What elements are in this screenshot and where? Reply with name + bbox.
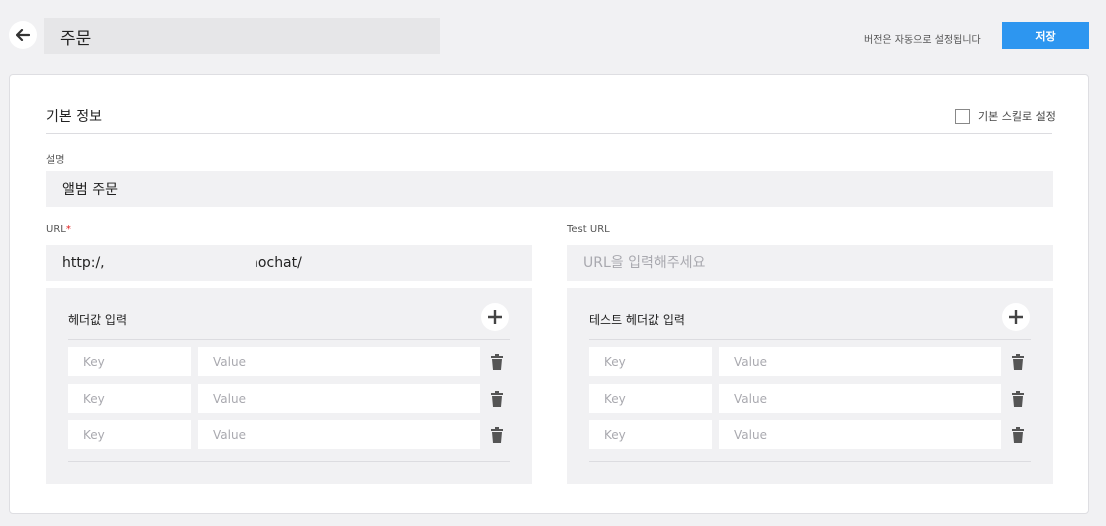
test-url-label: Test URL (567, 224, 610, 235)
test-header-value-input[interactable] (719, 420, 1001, 449)
default-skill-toggle[interactable]: 기본 스킬로 설정 (955, 108, 1056, 124)
save-button[interactable]: 저장 (1002, 22, 1089, 49)
header-value-input[interactable] (198, 384, 480, 413)
url-redaction (106, 252, 256, 274)
test-header-key-input[interactable] (589, 420, 712, 449)
add-test-header-button[interactable] (1002, 303, 1030, 331)
header-key-input[interactable] (68, 420, 191, 449)
trash-icon[interactable] (489, 353, 505, 371)
test-header-key-input[interactable] (589, 384, 712, 413)
plus-icon (488, 310, 502, 324)
version-note: 버전은 자동으로 설정됩니다 (864, 35, 981, 46)
skill-name-input[interactable] (44, 18, 440, 54)
header-value-input[interactable] (198, 347, 480, 376)
url-label: URL* (46, 224, 71, 235)
description-label: 설명 (46, 155, 65, 166)
test-header-value-input[interactable] (719, 384, 1001, 413)
header-panel: 헤더값 입력 (46, 288, 532, 484)
test-url-input[interactable] (567, 245, 1053, 281)
add-header-button[interactable] (481, 303, 509, 331)
trash-icon[interactable] (1010, 390, 1026, 408)
trash-icon[interactable] (489, 426, 505, 444)
header-panel-title: 헤더값 입력 (68, 313, 128, 327)
plus-icon (1009, 310, 1023, 324)
arrow-left-icon (16, 29, 30, 41)
header-value-input[interactable] (198, 420, 480, 449)
test-header-panel: 테스트 헤더값 입력 (567, 288, 1053, 484)
test-header-key-input[interactable] (589, 347, 712, 376)
header-panel-divider (68, 339, 510, 340)
section-title: 기본 정보 (46, 109, 102, 125)
test-header-panel-divider (589, 339, 1031, 340)
test-header-panel-title: 테스트 헤더값 입력 (589, 313, 685, 327)
test-header-value-input[interactable] (719, 347, 1001, 376)
trash-icon[interactable] (1010, 353, 1026, 371)
trash-icon[interactable] (1010, 426, 1026, 444)
required-mark: * (65, 224, 71, 235)
header-key-input[interactable] (68, 347, 191, 376)
section-divider (46, 133, 1052, 134)
default-skill-checkbox[interactable] (955, 108, 970, 124)
test-header-panel-bottom-divider (589, 461, 1031, 462)
header-panel-bottom-divider (68, 461, 510, 462)
skill-settings-card: 기본 정보 기본 스킬로 설정 설명 URL* Test URL 헤더값 입력 … (9, 74, 1089, 514)
url-label-text: URL (46, 224, 66, 235)
description-input[interactable] (46, 171, 1053, 207)
header-key-input[interactable] (68, 384, 191, 413)
back-button[interactable] (9, 21, 37, 49)
default-skill-label: 기본 스킬로 설정 (978, 110, 1056, 123)
trash-icon[interactable] (489, 390, 505, 408)
